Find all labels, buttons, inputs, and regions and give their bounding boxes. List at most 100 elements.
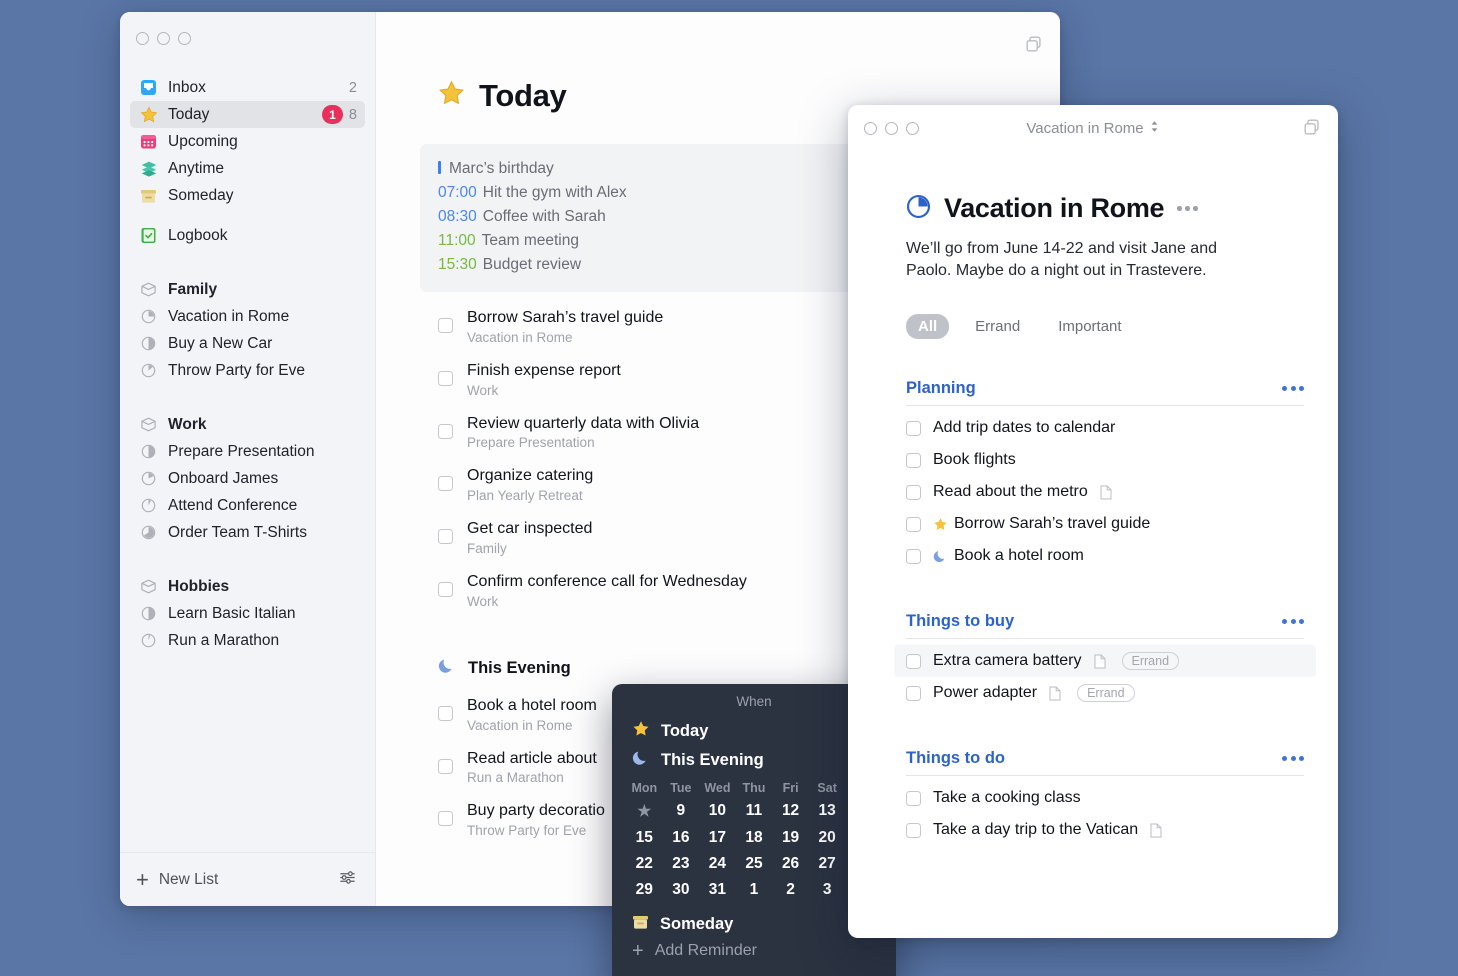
todo-checkbox[interactable]: [906, 516, 921, 532]
minimize-button[interactable]: [157, 32, 170, 45]
sidebar-item-upcoming[interactable]: Upcoming: [130, 128, 365, 155]
todo-checkbox[interactable]: [438, 318, 453, 334]
calendar-day[interactable]: 11: [736, 798, 773, 825]
calendar-day[interactable]: 2: [772, 877, 809, 903]
more-dots-icon[interactable]: [1282, 386, 1304, 392]
calendar-day[interactable]: 10: [699, 798, 736, 825]
sidebar-project-throw-party-for-eve[interactable]: Throw Party for Eve: [130, 357, 365, 384]
calendar-day[interactable]: 12: [772, 798, 809, 825]
close-button[interactable]: [864, 121, 877, 135]
sidebar-area-family[interactable]: Family: [130, 276, 365, 303]
duplicate-window-icon[interactable]: [1302, 117, 1322, 142]
detail-todo-row[interactable]: Take a day trip to the Vatican: [906, 814, 1304, 846]
calendar-day[interactable]: 27: [809, 851, 846, 877]
todo-checkbox[interactable]: [438, 423, 453, 439]
sidebar-project-order-team-t-shirts[interactable]: Order Team T-Shirts: [130, 519, 365, 546]
sidebar-project-label: Throw Party for Eve: [168, 361, 305, 379]
more-dots-icon[interactable]: [1282, 619, 1304, 625]
detail-todo-row[interactable]: Read about the metro: [906, 476, 1304, 508]
calendar-day-today[interactable]: ★: [626, 798, 663, 825]
detail-todo-row[interactable]: Book a hotel room: [906, 540, 1304, 572]
sidebar-item-label: Inbox: [168, 78, 206, 96]
todo-checkbox[interactable]: [438, 758, 453, 774]
sidebar-item-logbook[interactable]: Logbook: [130, 222, 365, 249]
todo-checkbox[interactable]: [438, 370, 453, 386]
calendar-day[interactable]: 9: [663, 798, 700, 825]
todo-checkbox[interactable]: [438, 705, 453, 721]
detail-todo-row[interactable]: Take a cooking class: [906, 782, 1304, 814]
todo-checkbox[interactable]: [906, 822, 921, 838]
filter-chip-all[interactable]: All: [906, 314, 950, 340]
sidebar-project-vacation-in-rome[interactable]: Vacation in Rome: [130, 303, 365, 330]
calendar-day[interactable]: 24: [699, 851, 736, 877]
todo-checkbox[interactable]: [438, 582, 453, 598]
more-dots-icon[interactable]: [1282, 756, 1304, 762]
calendar-day[interactable]: 3: [809, 877, 846, 903]
todo-checkbox[interactable]: [906, 685, 921, 701]
calendar-day[interactable]: 13: [809, 798, 846, 825]
todo-checkbox[interactable]: [438, 476, 453, 492]
filter-chip-important[interactable]: Important: [1046, 314, 1133, 339]
calendar-day[interactable]: 22: [626, 851, 663, 877]
detail-todo-row[interactable]: Book flights: [906, 444, 1304, 476]
sidebar-item-inbox[interactable]: Inbox 2: [130, 74, 365, 101]
filter-chip-errand[interactable]: Errand: [963, 314, 1032, 339]
sidebar-item-anytime[interactable]: Anytime: [130, 155, 365, 182]
duplicate-window-icon[interactable]: [1024, 34, 1044, 59]
todo-checkbox[interactable]: [438, 529, 453, 545]
sidebar-project-run-a-marathon[interactable]: Run a Marathon: [130, 627, 365, 654]
close-button[interactable]: [136, 32, 149, 45]
sidebar-item-someday[interactable]: Someday: [130, 182, 365, 209]
detail-todo-row[interactable]: Extra camera battery Errand: [894, 645, 1316, 678]
detail-window-traffic-lights[interactable]: [848, 121, 919, 135]
calendar-day[interactable]: 15: [626, 825, 663, 851]
sidebar-project-onboard-james[interactable]: Onboard James: [130, 465, 365, 492]
detail-section-title: Planning: [906, 379, 976, 398]
tag-badge[interactable]: Errand: [1121, 652, 1180, 671]
todo-checkbox[interactable]: [906, 548, 921, 564]
sidebar-project-prepare-presentation[interactable]: Prepare Presentation: [130, 438, 365, 465]
detail-note[interactable]: We’ll go from June 14-22 and visit Jane …: [906, 238, 1266, 282]
calendar-day[interactable]: 26: [772, 851, 809, 877]
detail-todo-row[interactable]: Add trip dates to calendar: [906, 412, 1304, 444]
calendar-day[interactable]: 1: [736, 877, 773, 903]
minimize-button[interactable]: [885, 121, 898, 135]
calendar-day[interactable]: 30: [663, 877, 700, 903]
calendar-day[interactable]: 20: [809, 825, 846, 851]
calendar-day[interactable]: 31: [699, 877, 736, 903]
calendar-day[interactable]: 17: [699, 825, 736, 851]
when-add-reminder[interactable]: + Add Reminder: [632, 938, 896, 964]
zoom-button[interactable]: [906, 121, 919, 135]
todo-checkbox[interactable]: [906, 790, 921, 806]
todo-checkbox[interactable]: [906, 484, 921, 500]
todo-checkbox[interactable]: [906, 452, 921, 468]
tag-badge[interactable]: Errand: [1077, 684, 1135, 703]
calendar-day[interactable]: 23: [663, 851, 700, 877]
detail-window-title-text: Vacation in Rome: [1026, 119, 1144, 137]
chevron-updown-icon[interactable]: [1149, 119, 1160, 138]
todo-checkbox[interactable]: [906, 653, 921, 669]
sidebar-project-buy-a-new-car[interactable]: Buy a New Car: [130, 330, 365, 357]
new-list-button[interactable]: + New List: [136, 868, 338, 891]
detail-todo-row[interactable]: Borrow Sarah’s travel guide: [906, 508, 1304, 540]
detail-todo-row[interactable]: Power adapter Errand: [906, 677, 1304, 709]
main-window-traffic-lights[interactable]: [120, 12, 375, 58]
sidebar-item-today[interactable]: Today 1 8: [130, 101, 365, 128]
todo-checkbox[interactable]: [438, 811, 453, 827]
sidebar-project-attend-conference[interactable]: Attend Conference: [130, 492, 365, 519]
more-dots-icon[interactable]: [1177, 206, 1198, 211]
calendar-day[interactable]: 18: [736, 825, 773, 851]
sidebar-area-hobbies[interactable]: Hobbies: [130, 573, 365, 600]
sidebar-area-gap: [130, 249, 365, 276]
calendar-day[interactable]: 16: [663, 825, 700, 851]
sliders-icon[interactable]: [338, 868, 357, 892]
sidebar-area-work[interactable]: Work: [130, 411, 365, 438]
todo-title: Borrow Sarah’s travel guide: [467, 309, 664, 327]
calendar-day[interactable]: 19: [772, 825, 809, 851]
todo-checkbox[interactable]: [906, 420, 921, 436]
sidebar-project-learn-basic-italian[interactable]: Learn Basic Italian: [130, 600, 365, 627]
calendar-day[interactable]: 25: [736, 851, 773, 877]
calendar-day[interactable]: 29: [626, 877, 663, 903]
star-icon: [438, 80, 465, 112]
zoom-button[interactable]: [178, 32, 191, 45]
